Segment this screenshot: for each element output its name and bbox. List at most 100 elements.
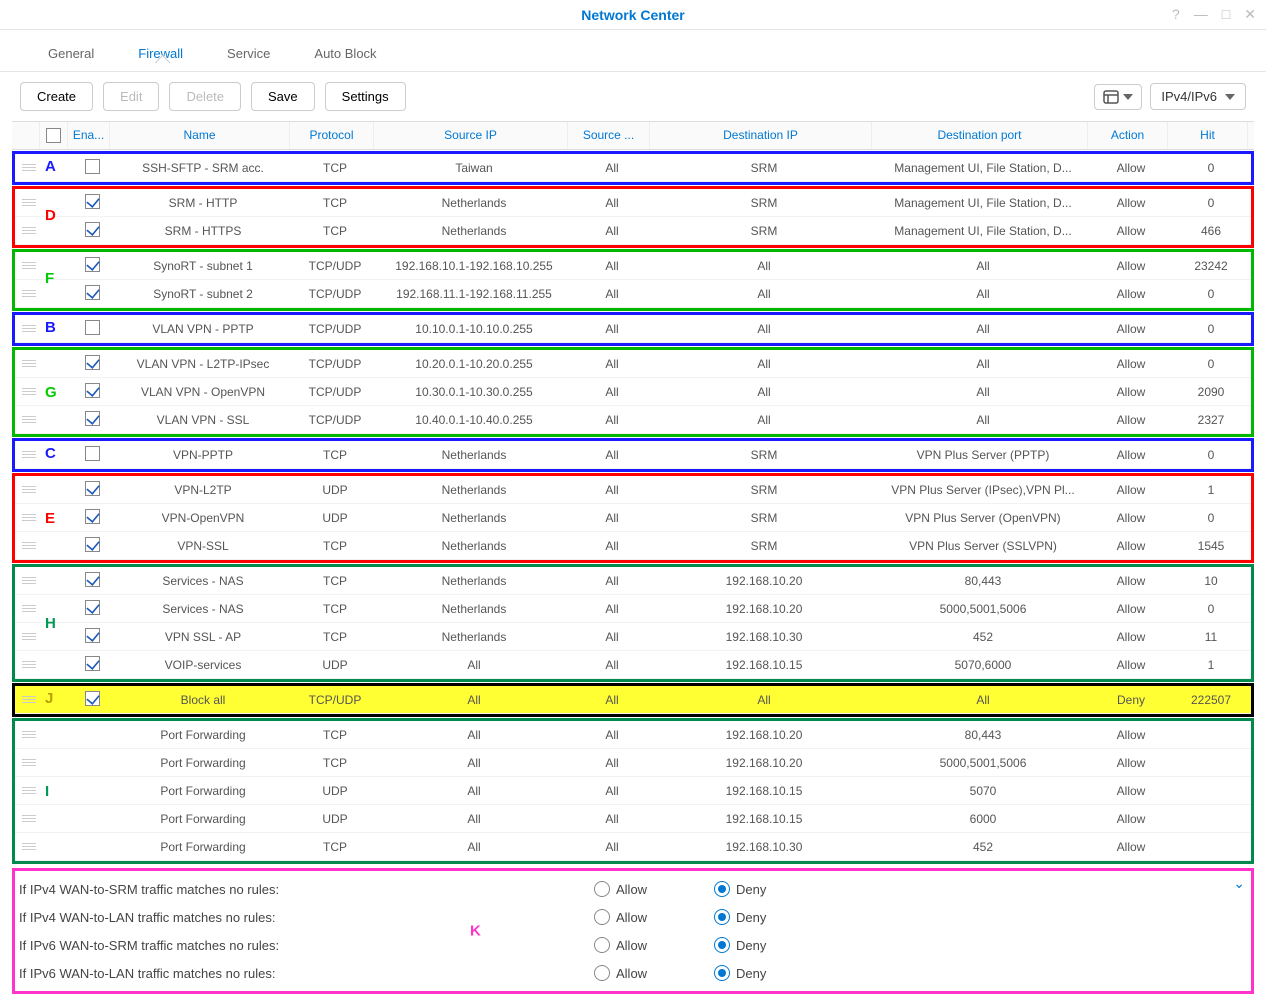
table-row[interactable]: VLAN VPN - PPTPTCP/UDP10.10.0.1-10.10.0.… xyxy=(15,315,1251,343)
allow-radio[interactable]: Allow xyxy=(594,965,714,981)
tab-firewall[interactable]: Firewall xyxy=(116,40,205,71)
collapse-icon[interactable]: ⌄ xyxy=(1233,875,1245,892)
drag-handle-icon[interactable] xyxy=(15,753,43,773)
enabled-checkbox[interactable] xyxy=(85,355,100,370)
enabled-cell[interactable] xyxy=(71,506,113,530)
enabled-cell[interactable] xyxy=(71,788,113,794)
enabled-checkbox[interactable] xyxy=(85,691,100,706)
close-icon[interactable]: ✕ xyxy=(1244,6,1256,23)
table-row[interactable]: VPN-PPTPTCPNetherlandsAllSRMVPN Plus Ser… xyxy=(15,441,1251,469)
enabled-checkbox[interactable] xyxy=(85,222,100,237)
table-row[interactable]: Port ForwardingUDPAllAll192.168.10.15600… xyxy=(15,805,1251,833)
enabled-checkbox[interactable] xyxy=(85,572,100,587)
enabled-cell[interactable] xyxy=(71,688,113,712)
tab-general[interactable]: General xyxy=(26,40,116,71)
enabled-cell[interactable] xyxy=(71,625,113,649)
enabled-cell[interactable] xyxy=(71,191,113,215)
table-row[interactable]: SynoRT - subnet 2TCP/UDP192.168.11.1-192… xyxy=(15,280,1251,308)
table-row[interactable]: Services - NASTCPNetherlandsAll192.168.1… xyxy=(15,567,1251,595)
table-row[interactable]: Services - NASTCPNetherlandsAll192.168.1… xyxy=(15,595,1251,623)
maximize-icon[interactable]: □ xyxy=(1222,6,1230,23)
enabled-cell[interactable] xyxy=(71,597,113,621)
enabled-cell[interactable] xyxy=(71,219,113,243)
help-icon[interactable]: ? xyxy=(1172,6,1180,23)
drag-handle-icon[interactable] xyxy=(15,382,43,402)
deny-radio[interactable]: Deny xyxy=(714,965,834,981)
col-enabled[interactable]: Ena... xyxy=(68,122,110,149)
enabled-cell[interactable] xyxy=(71,653,113,677)
drag-handle-icon[interactable] xyxy=(15,284,43,304)
tab-service[interactable]: Service xyxy=(205,40,292,71)
table-row[interactable]: Port ForwardingTCPAllAll192.168.10.20500… xyxy=(15,749,1251,777)
minimize-icon[interactable]: — xyxy=(1194,6,1208,23)
drag-handle-icon[interactable] xyxy=(15,256,43,276)
table-row[interactable]: Port ForwardingTCPAllAll192.168.10.30452… xyxy=(15,833,1251,861)
table-row[interactable]: SRM - HTTPTCPNetherlandsAllSRMManagement… xyxy=(15,189,1251,217)
enabled-cell[interactable] xyxy=(71,254,113,278)
drag-handle-icon[interactable] xyxy=(15,354,43,374)
enabled-checkbox[interactable] xyxy=(85,537,100,552)
drag-handle-icon[interactable] xyxy=(15,221,43,241)
enabled-cell[interactable] xyxy=(71,760,113,766)
drag-handle-icon[interactable] xyxy=(15,655,43,675)
edit-button[interactable]: Edit xyxy=(103,82,159,111)
drag-handle-icon[interactable] xyxy=(15,837,43,857)
enabled-checkbox[interactable] xyxy=(85,320,100,335)
table-row[interactable]: VPN SSL - APTCPNetherlandsAll192.168.10.… xyxy=(15,623,1251,651)
col-source-ip[interactable]: Source IP xyxy=(374,122,568,149)
drag-handle-icon[interactable] xyxy=(15,690,43,710)
enabled-cell[interactable] xyxy=(71,816,113,822)
enabled-cell[interactable] xyxy=(71,408,113,432)
table-row[interactable]: VLAN VPN - OpenVPNTCP/UDP10.30.0.1-10.30… xyxy=(15,378,1251,406)
enabled-cell[interactable] xyxy=(71,478,113,502)
allow-radio[interactable]: Allow xyxy=(594,937,714,953)
drag-handle-icon[interactable] xyxy=(15,158,43,178)
drag-handle-icon[interactable] xyxy=(15,571,43,591)
col-dest-ip[interactable]: Destination IP xyxy=(650,122,872,149)
allow-radio[interactable]: Allow xyxy=(594,881,714,897)
table-row[interactable]: SynoRT - subnet 1TCP/UDP192.168.10.1-192… xyxy=(15,252,1251,280)
enabled-checkbox[interactable] xyxy=(85,194,100,209)
table-row[interactable]: Port ForwardingTCPAllAll192.168.10.2080,… xyxy=(15,721,1251,749)
col-source-port[interactable]: Source ... xyxy=(568,122,650,149)
select-all-checkbox[interactable] xyxy=(46,128,61,143)
table-row[interactable]: VPN-SSLTCPNetherlandsAllSRMVPN Plus Serv… xyxy=(15,532,1251,560)
enabled-checkbox[interactable] xyxy=(85,656,100,671)
enabled-checkbox[interactable] xyxy=(85,509,100,524)
enabled-cell[interactable] xyxy=(71,317,113,341)
view-mode-button[interactable] xyxy=(1094,84,1142,110)
tab-autoblock[interactable]: Auto Block xyxy=(292,40,398,71)
drag-handle-icon[interactable] xyxy=(15,781,43,801)
drag-handle-icon[interactable] xyxy=(15,480,43,500)
enabled-cell[interactable] xyxy=(71,352,113,376)
col-protocol[interactable]: Protocol xyxy=(290,122,374,149)
save-button[interactable]: Save xyxy=(251,82,315,111)
deny-radio[interactable]: Deny xyxy=(714,937,834,953)
allow-radio[interactable]: Allow xyxy=(594,909,714,925)
enabled-checkbox[interactable] xyxy=(85,285,100,300)
table-row[interactable]: VPN-OpenVPNUDPNetherlandsAllSRMVPN Plus … xyxy=(15,504,1251,532)
drag-handle-icon[interactable] xyxy=(15,508,43,528)
settings-button[interactable]: Settings xyxy=(325,82,406,111)
drag-handle-icon[interactable] xyxy=(15,599,43,619)
enabled-cell[interactable] xyxy=(71,534,113,558)
create-button[interactable]: Create xyxy=(20,82,93,111)
table-row[interactable]: Block allTCP/UDPAllAllAllAllDeny222507 xyxy=(15,686,1251,714)
enabled-cell[interactable] xyxy=(71,732,113,738)
enabled-checkbox[interactable] xyxy=(85,383,100,398)
enabled-checkbox[interactable] xyxy=(85,481,100,496)
enabled-checkbox[interactable] xyxy=(85,628,100,643)
col-dest-port[interactable]: Destination port xyxy=(872,122,1088,149)
drag-handle-icon[interactable] xyxy=(15,536,43,556)
col-name[interactable]: Name xyxy=(110,122,290,149)
deny-radio[interactable]: Deny xyxy=(714,881,834,897)
table-row[interactable]: VOIP-servicesUDPAllAll192.168.10.155070,… xyxy=(15,651,1251,679)
enabled-cell[interactable] xyxy=(71,156,113,180)
enabled-cell[interactable] xyxy=(71,443,113,467)
table-row[interactable]: Port ForwardingUDPAllAll192.168.10.15507… xyxy=(15,777,1251,805)
table-row[interactable]: VPN-L2TPUDPNetherlandsAllSRMVPN Plus Ser… xyxy=(15,476,1251,504)
deny-radio[interactable]: Deny xyxy=(714,909,834,925)
enabled-cell[interactable] xyxy=(71,282,113,306)
table-row[interactable]: VLAN VPN - SSLTCP/UDP10.40.0.1-10.40.0.2… xyxy=(15,406,1251,434)
drag-handle-icon[interactable] xyxy=(15,809,43,829)
